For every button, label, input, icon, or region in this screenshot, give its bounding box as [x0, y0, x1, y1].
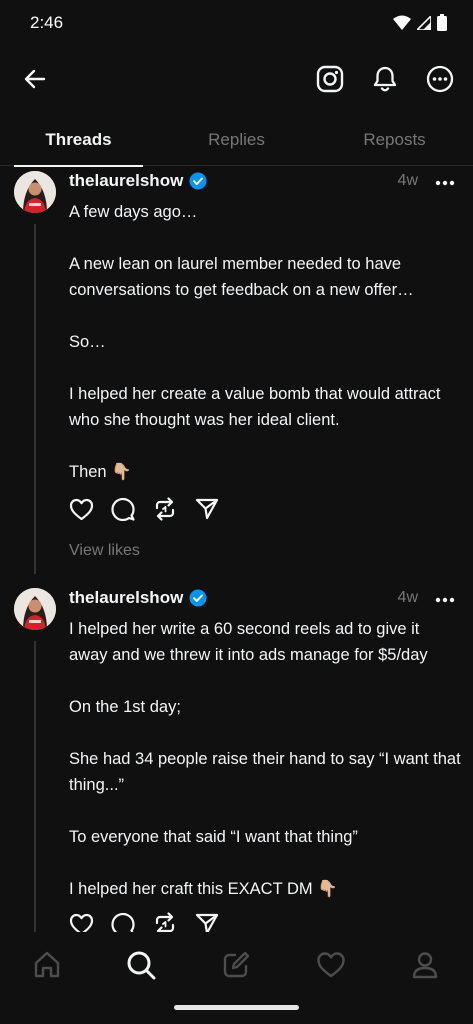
- status-icons: [393, 14, 447, 31]
- post-header: thelaurelshow: [69, 171, 207, 191]
- post-time: 4w: [397, 172, 418, 189]
- avatar[interactable]: [14, 171, 56, 213]
- more-icon[interactable]: [424, 63, 456, 95]
- thread-post[interactable]: thelaurelshow 4w A few days ago… A new l…: [0, 166, 473, 576]
- bottom-nav: [0, 932, 473, 1024]
- battery-icon: [437, 14, 447, 31]
- top-bar: [0, 55, 473, 107]
- repost-icon[interactable]: [152, 911, 178, 932]
- repost-icon[interactable]: [152, 496, 178, 522]
- tab-reposts[interactable]: Reposts: [316, 120, 473, 166]
- verified-badge-icon: [189, 589, 207, 607]
- send-icon[interactable]: [194, 496, 220, 522]
- thread-line: [34, 641, 36, 932]
- wifi-icon: [393, 15, 411, 30]
- post-header: thelaurelshow: [69, 588, 207, 608]
- instagram-icon[interactable]: [314, 63, 346, 95]
- status-bar: 2:46: [0, 0, 473, 48]
- post-more-icon[interactable]: [433, 171, 457, 195]
- post-actions: [68, 496, 220, 522]
- username[interactable]: thelaurelshow: [69, 171, 183, 191]
- thread-feed: thelaurelshow 4w A few days ago… A new l…: [0, 166, 473, 932]
- post-text: I helped her write a 60 second reels ad …: [69, 620, 461, 898]
- heart-icon[interactable]: [68, 496, 94, 522]
- profile-tabs: Threads Replies Reposts: [0, 120, 473, 167]
- post-actions: [68, 911, 220, 932]
- view-likes-link[interactable]: View likes: [69, 542, 140, 560]
- signal-icon: [417, 15, 431, 30]
- thread-post[interactable]: thelaurelshow 4w I helped her write a 60…: [0, 583, 473, 932]
- thread-line: [34, 224, 36, 574]
- post-more-icon[interactable]: [433, 588, 457, 612]
- verified-badge-icon: [189, 172, 207, 190]
- activity-heart-icon[interactable]: [314, 948, 348, 982]
- compose-icon[interactable]: [219, 948, 253, 982]
- tab-threads[interactable]: Threads: [0, 120, 157, 167]
- heart-icon[interactable]: [68, 911, 94, 932]
- profile-icon[interactable]: [408, 948, 442, 982]
- comment-icon[interactable]: [110, 911, 136, 932]
- bell-icon[interactable]: [369, 63, 401, 95]
- post-time: 4w: [397, 589, 418, 606]
- back-arrow-icon[interactable]: [19, 63, 51, 95]
- post-text: A few days ago… A new lean on laurel mem…: [69, 203, 441, 481]
- home-indicator[interactable]: [174, 1005, 299, 1010]
- avatar[interactable]: [14, 588, 56, 630]
- status-time: 2:46: [30, 13, 64, 32]
- search-icon[interactable]: [124, 948, 158, 982]
- send-icon[interactable]: [194, 911, 220, 932]
- home-icon[interactable]: [30, 948, 64, 982]
- comment-icon[interactable]: [110, 496, 136, 522]
- tab-replies[interactable]: Replies: [158, 120, 315, 166]
- username[interactable]: thelaurelshow: [69, 588, 183, 608]
